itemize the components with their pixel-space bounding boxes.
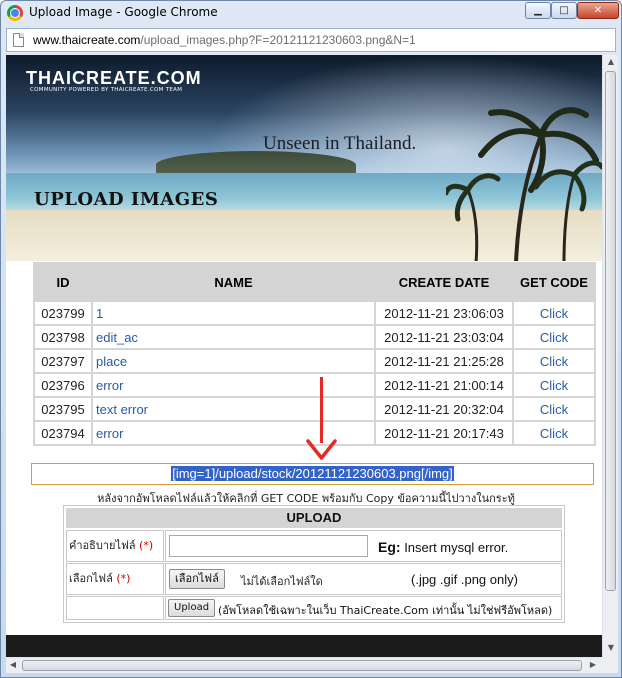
table-header-row: ID NAME CREATE DATE GET CODE xyxy=(35,264,594,300)
no-file-chosen-text: ไม่ได้เลือกไฟล์ใด xyxy=(241,575,323,588)
cell-id: 023796 xyxy=(35,374,91,396)
get-code-link[interactable]: Click xyxy=(514,422,594,444)
get-code-link[interactable]: Click xyxy=(514,350,594,372)
cell-create-date: 2012-11-21 21:25:28 xyxy=(376,350,512,372)
required-mark: (*) xyxy=(139,539,154,552)
cell-id: 023797 xyxy=(35,350,91,372)
scroll-down-icon[interactable]: ▼ xyxy=(603,643,619,652)
cell-name[interactable]: text error xyxy=(93,398,374,420)
minimize-button[interactable]: ▁ xyxy=(525,2,551,19)
column-header-create-date: CREATE DATE xyxy=(376,264,512,300)
site-logo[interactable]: THAICREATE.COM xyxy=(26,68,202,89)
close-button[interactable]: ✕ xyxy=(577,2,619,19)
horizontal-scroll-thumb[interactable] xyxy=(22,660,582,671)
cell-name[interactable]: error xyxy=(93,374,374,396)
scroll-up-icon[interactable]: ▲ xyxy=(603,57,619,66)
cell-create-date: 2012-11-21 20:17:43 xyxy=(376,422,512,444)
maximize-button[interactable]: □ xyxy=(551,2,577,19)
file-label: เลือกไฟล์ (*) xyxy=(66,563,164,595)
required-mark: (*) xyxy=(116,572,131,585)
url-path: /upload_images.php?F=20121121230603.png&… xyxy=(140,33,416,47)
description-cell: Eg: Insert mysql error. xyxy=(165,530,562,562)
scroll-right-icon[interactable]: ▶ xyxy=(588,660,598,669)
red-arrow-shaft xyxy=(320,377,323,443)
address-bar[interactable]: www.thaicreate.com/upload_images.php?F=2… xyxy=(6,28,616,52)
submit-row: Upload (อัพโหลดใช้เฉพาะในเว็บ ThaiCreate… xyxy=(66,596,562,620)
vertical-scroll-thumb[interactable] xyxy=(605,71,616,591)
description-row: คำอธิบายไฟล์ (*) Eg: Insert mysql error. xyxy=(66,530,562,562)
page-footer xyxy=(6,635,602,657)
description-label-text: คำอธิบายไฟล์ xyxy=(69,539,136,552)
upload-form-title: UPLOAD xyxy=(66,508,562,528)
table-row: 023797 place 2012-11-21 21:25:28 Click xyxy=(35,350,594,372)
file-cell: เลือกไฟล์ ไม่ได้เลือกไฟล์ใด (.jpg .gif .… xyxy=(165,563,562,595)
cell-id: 023795 xyxy=(35,398,91,420)
site-logo-subtitle: COMMUNITY POWERED BY THAICREATE.COM TEAM xyxy=(30,87,183,93)
table-row: 023796 error 2012-11-21 21:00:14 Click xyxy=(35,374,594,396)
allowed-file-types: (.jpg .gif .png only) xyxy=(411,572,518,587)
table-row: 023798 edit_ac 2012-11-21 23:03:04 Click xyxy=(35,326,594,348)
description-label: คำอธิบายไฟล์ (*) xyxy=(66,530,164,562)
palm-trees-icon xyxy=(446,107,602,261)
image-code-selected-text[interactable]: [img=1]/upload/stock/20121121230603.png[… xyxy=(171,466,454,481)
title-bar[interactable]: Upload Image - Google Chrome ▁ □ ✕ xyxy=(1,1,621,25)
upload-form: UPLOAD คำอธิบายไฟล์ (*) Eg: Insert mysql… xyxy=(63,505,565,623)
cell-create-date: 2012-11-21 23:06:03 xyxy=(376,302,512,324)
file-label-text: เลือกไฟล์ xyxy=(69,572,113,585)
cell-name[interactable]: 1 xyxy=(93,302,374,324)
red-arrow-down-icon xyxy=(306,439,337,460)
submit-cell: Upload (อัพโหลดใช้เฉพาะในเว็บ ThaiCreate… xyxy=(165,596,562,620)
resize-grip-icon[interactable] xyxy=(602,657,618,673)
example-value: Insert mysql error. xyxy=(404,540,509,555)
upload-button[interactable]: Upload xyxy=(168,599,216,617)
image-code-field[interactable]: [img=1]/upload/stock/20121121230603.png[… xyxy=(31,463,594,485)
browser-window: Upload Image - Google Chrome ▁ □ ✕ www.t… xyxy=(0,0,622,678)
header-banner: THAICREATE.COM COMMUNITY POWERED BY THAI… xyxy=(6,55,602,261)
images-table: ID NAME CREATE DATE GET CODE 023799 1 20… xyxy=(33,262,596,446)
cell-id: 023799 xyxy=(35,302,91,324)
submit-row-spacer xyxy=(66,596,164,620)
column-header-id: ID xyxy=(35,264,91,300)
cell-create-date: 2012-11-21 20:32:04 xyxy=(376,398,512,420)
vertical-scrollbar[interactable]: ▲ ▼ xyxy=(602,55,618,657)
example-label: Eg: xyxy=(378,539,401,555)
cell-name[interactable]: place xyxy=(93,350,374,372)
description-input[interactable] xyxy=(169,535,368,557)
cell-name[interactable]: edit_ac xyxy=(93,326,374,348)
get-code-link[interactable]: Click xyxy=(514,326,594,348)
page-title: UPLOAD IMAGES xyxy=(34,189,219,210)
url-host: www.thaicreate.com xyxy=(33,33,141,47)
table-row: 023795 text error 2012-11-21 20:32:04 Cl… xyxy=(35,398,594,420)
cell-id: 023798 xyxy=(35,326,91,348)
column-header-get-code: GET CODE xyxy=(514,264,594,300)
table-row: 023799 1 2012-11-21 23:06:03 Click xyxy=(35,302,594,324)
cell-create-date: 2012-11-21 23:03:04 xyxy=(376,326,512,348)
column-header-name: NAME xyxy=(93,264,374,300)
images-table-container: ID NAME CREATE DATE GET CODE 023799 1 20… xyxy=(33,262,596,446)
get-code-link[interactable]: Click xyxy=(514,374,594,396)
banner-tagline: Unseen in Thailand. xyxy=(263,133,417,154)
get-code-link[interactable]: Click xyxy=(514,302,594,324)
chrome-logo-icon xyxy=(7,5,23,21)
scroll-left-icon[interactable]: ◀ xyxy=(8,660,18,669)
example-text: Eg: Insert mysql error. xyxy=(378,539,508,555)
choose-file-button[interactable]: เลือกไฟล์ xyxy=(169,569,225,589)
get-code-link[interactable]: Click xyxy=(514,398,594,420)
horizontal-scrollbar[interactable]: ◀ ▶ xyxy=(6,657,602,673)
cell-create-date: 2012-11-21 21:00:14 xyxy=(376,374,512,396)
page-viewport: THAICREATE.COM COMMUNITY POWERED BY THAI… xyxy=(6,55,602,657)
file-row: เลือกไฟล์ (*) เลือกไฟล์ ไม่ได้เลือกไฟล์ใ… xyxy=(66,563,562,595)
url-text[interactable]: www.thaicreate.com/upload_images.php?F=2… xyxy=(33,33,416,47)
upload-note: (อัพโหลดใช้เฉพาะในเว็บ ThaiCreate.Com เท… xyxy=(218,604,553,617)
page-icon xyxy=(13,33,24,47)
cell-id: 023794 xyxy=(35,422,91,444)
window-title: Upload Image - Google Chrome xyxy=(29,5,218,19)
